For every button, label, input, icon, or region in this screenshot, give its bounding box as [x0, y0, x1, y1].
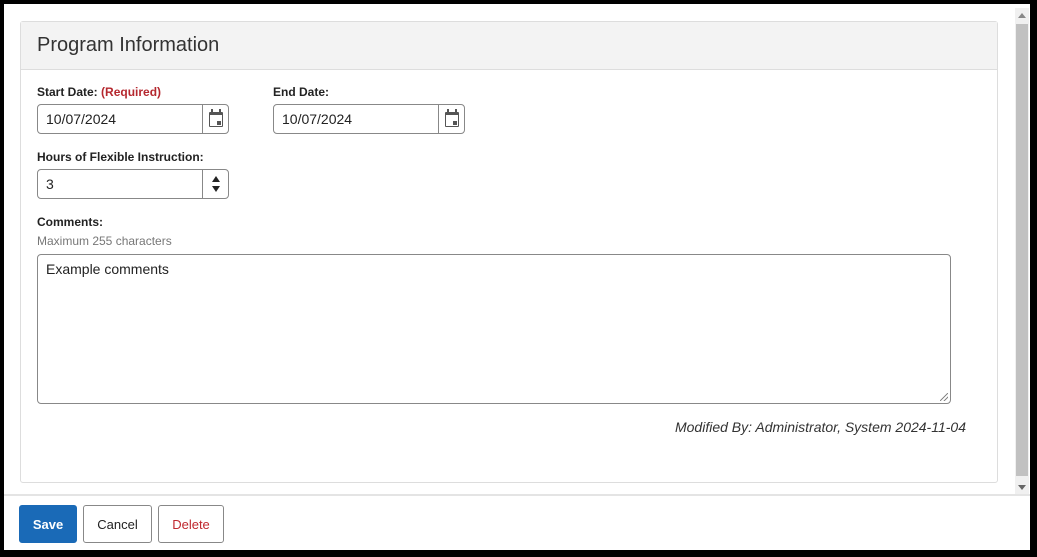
panel-header: Program Information: [21, 22, 997, 70]
hours-input[interactable]: 3: [38, 176, 202, 192]
modified-by-text: Modified By: Administrator, System 2024-…: [674, 419, 966, 435]
calendar-icon: [208, 108, 223, 127]
program-information-panel: Program Information Start Date: (Require…: [20, 21, 998, 483]
delete-button[interactable]: Delete: [158, 505, 224, 543]
increment-arrow-icon[interactable]: [211, 176, 220, 182]
hours-field[interactable]: 3: [37, 169, 229, 199]
cancel-button[interactable]: Cancel: [83, 505, 152, 543]
start-date-input[interactable]: 10/07/2024: [38, 111, 202, 127]
start-date-label-text: Start Date:: [37, 85, 98, 99]
comments-label: Comments:: [37, 215, 104, 229]
end-date-input[interactable]: 10/07/2024: [274, 111, 438, 127]
end-date-field[interactable]: 10/07/2024: [273, 104, 465, 134]
action-footer: Save Cancel Delete: [4, 496, 1030, 550]
end-date-label: End Date:: [273, 85, 330, 99]
vertical-scrollbar[interactable]: [1015, 8, 1029, 494]
comments-hint: Maximum 255 characters: [37, 234, 172, 248]
window: Program Information Start Date: (Require…: [4, 4, 1030, 550]
comments-text: Example comments: [46, 261, 169, 277]
start-date-field[interactable]: 10/07/2024: [37, 104, 229, 134]
panel-title: Program Information: [37, 34, 220, 56]
scrollbar-thumb[interactable]: [1016, 24, 1028, 476]
save-button[interactable]: Save: [19, 505, 77, 543]
decrement-arrow-icon[interactable]: [211, 186, 220, 192]
end-date-picker-button[interactable]: [438, 105, 464, 133]
hours-stepper[interactable]: [202, 170, 228, 198]
calendar-icon: [444, 108, 459, 127]
start-date-label: Start Date: (Required): [37, 85, 161, 99]
start-date-picker-button[interactable]: [202, 105, 228, 133]
hours-label: Hours of Flexible Instruction:: [37, 150, 204, 164]
resize-handle-icon[interactable]: [940, 393, 948, 401]
scroll-down-arrow-icon[interactable]: [1018, 485, 1026, 490]
scroll-up-arrow-icon[interactable]: [1018, 13, 1026, 18]
comments-textarea[interactable]: Example comments: [37, 254, 951, 404]
scroll-area: Program Information Start Date: (Require…: [4, 4, 1030, 494]
required-indicator: (Required): [101, 85, 162, 99]
